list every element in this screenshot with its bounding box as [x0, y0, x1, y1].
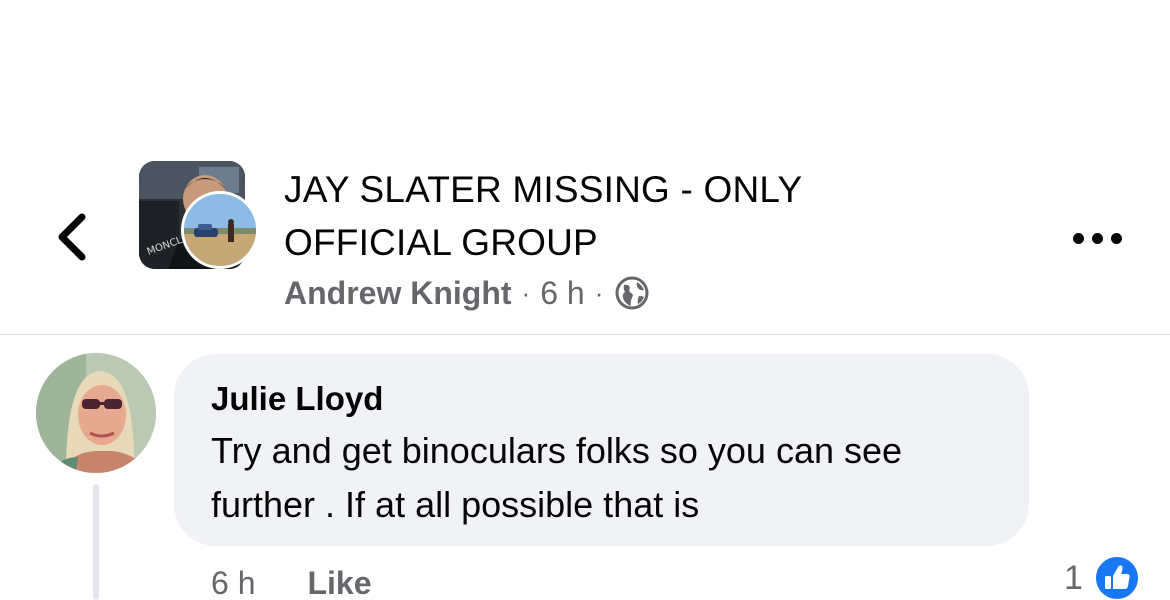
commenter-photo — [36, 353, 156, 473]
post-time[interactable]: 6 h — [540, 275, 584, 312]
group-title-line-2: OFFICIAL GROUP — [284, 222, 598, 263]
more-horizontal-icon — [1069, 232, 1126, 244]
reaction-summary[interactable]: 1 — [1064, 554, 1141, 600]
meta-separator: · — [521, 277, 531, 308]
commenter-avatar[interactable] — [36, 353, 156, 473]
like-reaction-icon — [1093, 555, 1140, 600]
globe-icon — [615, 276, 649, 310]
back-button[interactable] — [44, 205, 100, 269]
header-divider — [0, 334, 1170, 335]
like-button[interactable]: Like — [307, 565, 371, 600]
group-title-line-1: JAY SLATER MISSING - ONLY — [284, 169, 803, 210]
comment-bubble[interactable]: Julie Lloyd Try and get binoculars folks… — [174, 354, 1029, 546]
reaction-count: 1 — [1064, 558, 1083, 597]
author-photo — [184, 194, 256, 266]
post-meta: Andrew Knight · 6 h · — [284, 273, 649, 313]
meta-separator: · — [594, 277, 604, 308]
group-title[interactable]: JAY SLATER MISSING - ONLY OFFICIAL GROUP — [284, 163, 904, 269]
post-comment-view: MONCLER JAY SLATER MISSING - ONLY OFFICI… — [0, 0, 1170, 600]
comment-time[interactable]: 6 h — [211, 565, 255, 600]
chevron-left-icon — [58, 213, 86, 261]
more-options-button[interactable] — [1062, 218, 1132, 258]
author-avatar[interactable] — [181, 191, 259, 269]
comment-text: Try and get binoculars folks so you can … — [211, 430, 903, 525]
thread-line — [93, 484, 99, 600]
comment-author-name[interactable]: Julie Lloyd — [211, 378, 993, 420]
post-author-name[interactable]: Andrew Knight — [284, 275, 512, 312]
comment-actions: 6 h Like — [211, 563, 372, 600]
